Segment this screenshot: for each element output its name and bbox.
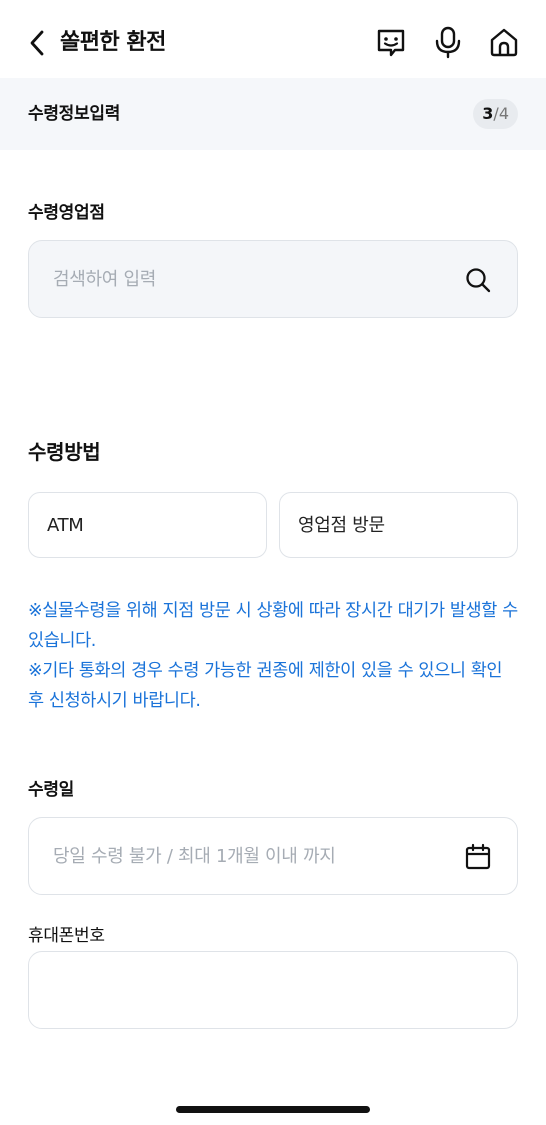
method-option-branch-visit[interactable]: 영업점 방문 bbox=[279, 492, 518, 558]
branch-label: 수령영업점 bbox=[28, 203, 105, 223]
phone-input[interactable] bbox=[28, 951, 518, 1029]
step-current: 3 bbox=[482, 104, 494, 123]
branch-search-field[interactable]: 검색하여 입력 bbox=[28, 240, 518, 318]
search-icon bbox=[466, 268, 491, 293]
home-button[interactable] bbox=[487, 24, 521, 60]
step-indicator: 3/4 bbox=[473, 99, 518, 129]
voice-button[interactable] bbox=[431, 24, 465, 60]
method-option-atm[interactable]: ATM bbox=[28, 492, 267, 558]
method-label: 수령방법 bbox=[28, 440, 101, 464]
step-bar: 수령정보입력 3/4 bbox=[0, 78, 546, 150]
back-button[interactable] bbox=[22, 26, 52, 60]
notice-line: ※기타 통화의 경우 수령 가능한 권종에 제한이 있을 수 있으니 확인 후 … bbox=[28, 661, 503, 711]
method-option-label: ATM bbox=[47, 515, 84, 536]
page-title: 쏠편한 환전 bbox=[60, 30, 166, 55]
method-option-label: 영업점 방문 bbox=[298, 515, 385, 536]
branch-search-button[interactable] bbox=[461, 263, 495, 297]
chat-bot-button[interactable] bbox=[374, 24, 408, 60]
chevron-left-icon bbox=[30, 30, 44, 56]
date-field[interactable]: 당일 수령 불가 / 최대 1개월 이내 까지 bbox=[28, 817, 518, 895]
notice-text: ※실물수령을 위해 지점 방문 시 상황에 따라 장시간 대기가 발생할 수 있… bbox=[28, 596, 518, 716]
chat-bot-icon bbox=[377, 29, 405, 57]
home-icon bbox=[490, 28, 518, 57]
date-picker-button[interactable] bbox=[461, 840, 495, 874]
microphone-icon bbox=[435, 26, 461, 59]
step-total: 4 bbox=[498, 104, 509, 123]
home-indicator bbox=[176, 1106, 370, 1113]
notice-line: ※실물수령을 위해 지점 방문 시 상황에 따라 장시간 대기가 발생할 수 있… bbox=[28, 601, 518, 651]
branch-search-placeholder: 검색하여 입력 bbox=[53, 269, 156, 290]
calendar-icon bbox=[465, 843, 491, 870]
date-placeholder: 당일 수령 불가 / 최대 1개월 이내 까지 bbox=[53, 846, 336, 867]
phone-label: 휴대폰번호 bbox=[28, 926, 105, 946]
step-title: 수령정보입력 bbox=[28, 104, 121, 124]
date-label: 수령일 bbox=[28, 780, 75, 800]
app-header: 쏠편한 환전 bbox=[0, 0, 546, 78]
